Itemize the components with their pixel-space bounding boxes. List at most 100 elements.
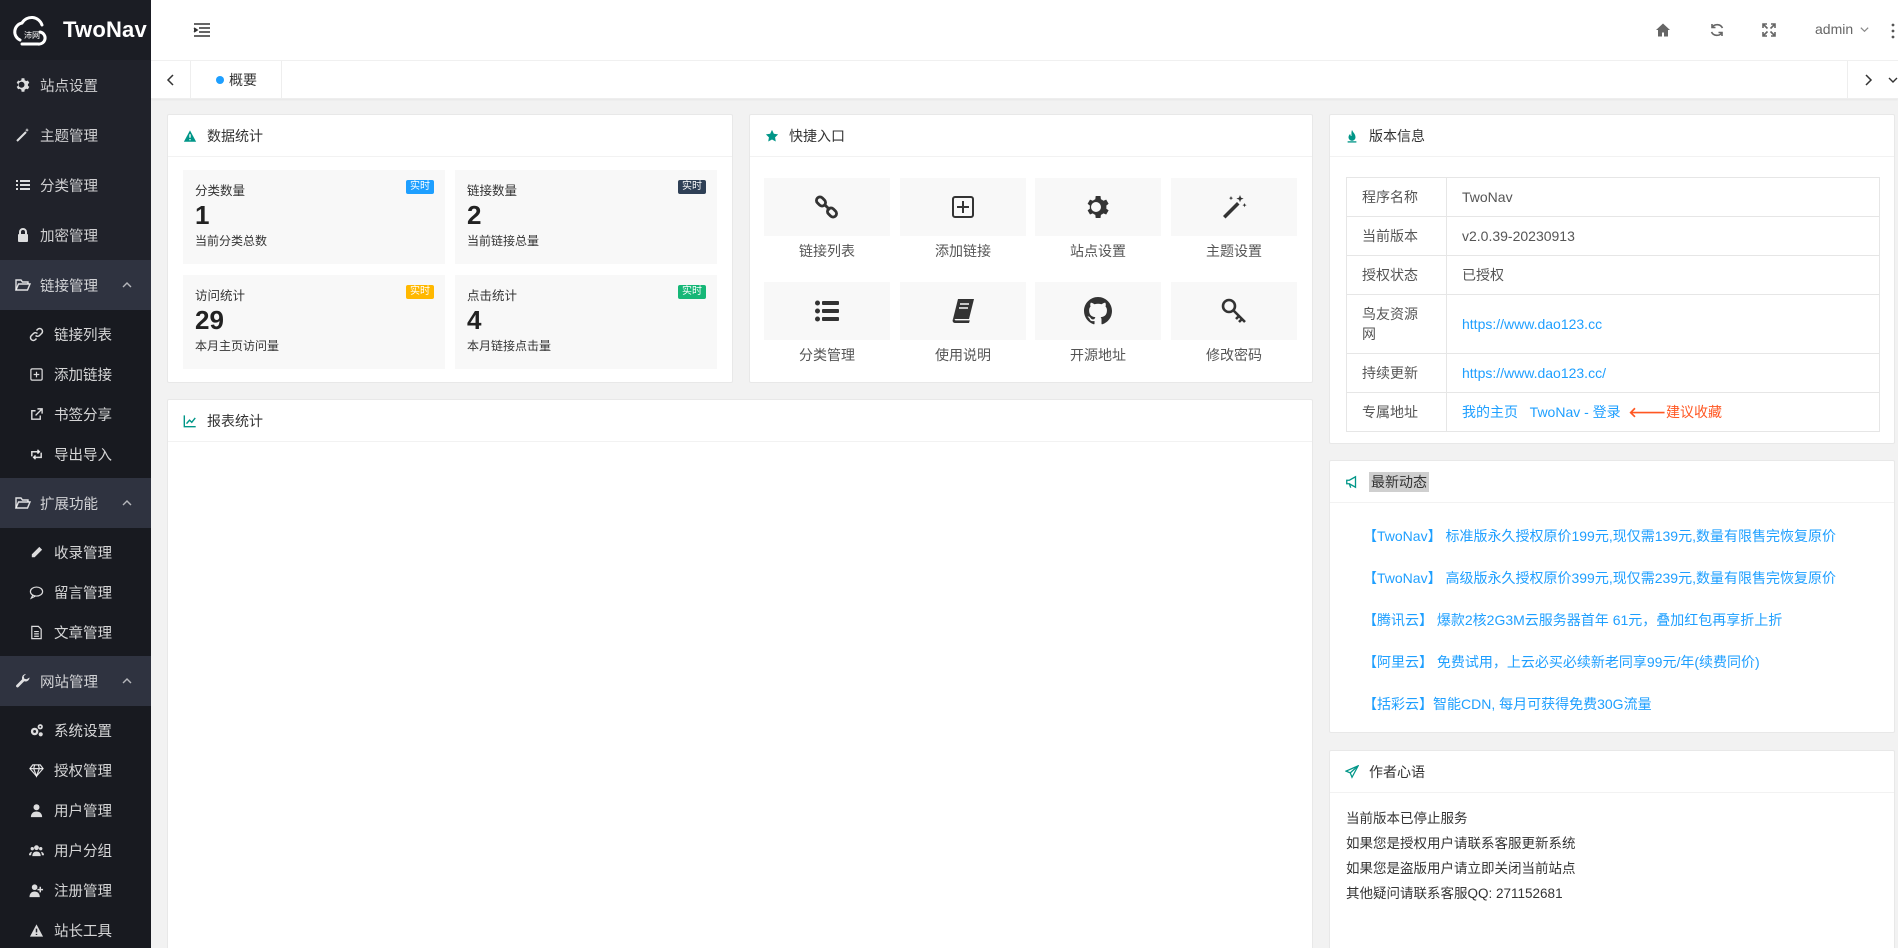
row-value: 我的主页 TwoNav - 登录 🡐建议收藏: [1446, 392, 1880, 432]
fire-icon: [1347, 129, 1357, 143]
sidebar-item-label: 链接列表: [54, 327, 112, 344]
sidebar-item-theme[interactable]: 主题管理: [0, 110, 151, 160]
wrench-icon: [16, 673, 30, 688]
sidebar-group-links[interactable]: 链接管理: [0, 260, 151, 310]
stat-links: 链接数量 2 当前链接总量 实时: [455, 170, 717, 264]
sidebar-item-category[interactable]: 分类管理: [0, 160, 151, 210]
sidebar-item-link-list[interactable]: 链接列表: [0, 314, 151, 354]
sidebar-item-label: 站点设置: [40, 78, 98, 95]
comment-icon: [29, 585, 44, 599]
card-header: 作者心语: [1330, 751, 1894, 793]
sidebar-sublist-extensions: 收录管理 留言管理 文章管理: [0, 528, 151, 656]
quick-category-button[interactable]: [764, 282, 890, 340]
sidebar-item-user-groups[interactable]: 用户分组: [0, 830, 151, 870]
lock-icon: [18, 228, 28, 242]
table-row: 专属地址 我的主页 TwoNav - 登录 🡐建议收藏: [1346, 392, 1880, 432]
home-icon[interactable]: [1655, 22, 1671, 38]
tab-menu[interactable]: [1888, 61, 1898, 99]
sidebar-item-license[interactable]: 授权管理: [0, 750, 151, 790]
news-item[interactable]: 【TwoNav】 高级版永久授权原价399元,现仅需239元,数量有限售完恢复原…: [1363, 568, 1836, 588]
fullscreen-icon[interactable]: [1761, 22, 1777, 38]
sidebar-item-site-settings[interactable]: 站点设置: [0, 60, 151, 110]
resource-site-link[interactable]: https://www.dao123.cc: [1462, 316, 1602, 332]
sidebar-item-system-settings[interactable]: 系统设置: [0, 710, 151, 750]
author-line: 如果您是授权用户请联系客服更新系统: [1346, 836, 1576, 851]
homepage-link[interactable]: 我的主页: [1462, 404, 1518, 420]
stat-value: 1: [195, 200, 210, 230]
refresh-icon[interactable]: [1709, 22, 1725, 38]
sidebar-item-label: 导出导入: [54, 447, 112, 464]
bookmark-suggest-label: 建议收藏: [1666, 404, 1723, 420]
quick-link-list-button[interactable]: [764, 178, 890, 236]
table-row: 持续更新 https://www.dao123.cc/: [1346, 353, 1880, 393]
table-row: 授权状态 已授权: [1346, 255, 1880, 295]
card-title: 最新动态: [1369, 471, 1429, 492]
sidebar-item-submission[interactable]: 收录管理: [0, 532, 151, 572]
logo[interactable]: 沛网 TwoNav: [0, 0, 151, 60]
sidebar-item-encryption[interactable]: 加密管理: [0, 210, 151, 260]
login-link[interactable]: TwoNav - 登录: [1530, 404, 1621, 420]
chevron-up-icon: [122, 500, 132, 506]
tab-bar: 概要: [151, 61, 1898, 99]
link-icon: [29, 327, 44, 341]
author-line: 如果您是盗版用户请立即关闭当前站点: [1346, 861, 1576, 876]
author-line: 当前版本已停止服务: [1346, 811, 1468, 826]
news-card: 最新动态 【TwoNav】 标准版永久授权原价199元,现仅需139元,数量有限…: [1329, 460, 1895, 733]
sidebar-item-label: 注册管理: [54, 883, 112, 900]
tab-overview[interactable]: 概要: [192, 61, 282, 99]
sidebar-item-label: 留言管理: [54, 585, 112, 602]
card-header: 数据统计: [168, 115, 732, 157]
sidebar-group-extensions[interactable]: 扩展功能: [0, 478, 151, 528]
menu-toggle-icon[interactable]: [192, 20, 212, 40]
sidebar-item-registration[interactable]: 注册管理: [0, 870, 151, 910]
author-card: 作者心语 当前版本已停止服务 如果您是授权用户请联系客服更新系统 如果您是盗版用…: [1329, 750, 1895, 948]
realtime-badge: 实时: [406, 180, 434, 194]
quick-label: 修改密码: [1206, 347, 1262, 363]
quick-theme-settings-button[interactable]: [1171, 178, 1297, 236]
more-vertical-icon[interactable]: [1890, 22, 1896, 40]
sidebar-item-import-export[interactable]: 导出导入: [0, 434, 151, 474]
logo-text: TwoNav: [63, 17, 147, 42]
card-title: 作者心语: [1369, 763, 1425, 780]
chevron-down-icon: [1888, 77, 1898, 83]
sidebar-group-label: 网站管理: [40, 674, 98, 691]
plus-square-icon: [30, 367, 43, 381]
stat-desc: 本月主页访问量: [195, 338, 280, 353]
gear-icon: [16, 78, 30, 92]
quick-change-password-button[interactable]: [1171, 282, 1297, 340]
update-link[interactable]: https://www.dao123.cc/: [1462, 365, 1606, 381]
sidebar-group-website[interactable]: 网站管理: [0, 656, 151, 706]
quick-add-link-button[interactable]: [900, 178, 1026, 236]
tab-scroll-right[interactable]: [1847, 61, 1887, 99]
sidebar: 沛网 TwoNav 站点设置 主题管理 分类管理 加密管理 链接管理 链接列表 …: [0, 0, 151, 948]
stat-value: 4: [467, 305, 482, 335]
quick-manual-button[interactable]: [900, 282, 1026, 340]
bookmark-suggest-link[interactable]: 🡐建议收藏: [1628, 404, 1722, 420]
sidebar-item-articles[interactable]: 文章管理: [0, 612, 151, 652]
sidebar-item-bookmark-share[interactable]: 书签分享: [0, 394, 151, 434]
sidebar-item-label: 分类管理: [40, 178, 98, 195]
quick-label: 使用说明: [935, 347, 991, 363]
news-item[interactable]: 【腾讯云】 爆款2核2G3M云服务器首年 61元，叠加红包再享折上折: [1363, 610, 1782, 630]
sidebar-item-messages[interactable]: 留言管理: [0, 572, 151, 612]
folder-open-icon: [15, 279, 31, 291]
quick-github-button[interactable]: [1035, 282, 1161, 340]
file-text-icon: [31, 625, 42, 639]
row-value: v2.0.39-20230913: [1446, 216, 1880, 256]
sidebar-item-users[interactable]: 用户管理: [0, 790, 151, 830]
sidebar-item-add-link[interactable]: 添加链接: [0, 354, 151, 394]
user-icon: [30, 803, 43, 817]
stat-desc: 本月链接点击量: [467, 338, 552, 353]
quick-site-settings-button[interactable]: [1035, 178, 1161, 236]
chevron-right-icon: [1864, 74, 1872, 86]
news-item[interactable]: 【TwoNav】 标准版永久授权原价199元,现仅需139元,数量有限售完恢复原…: [1363, 526, 1836, 546]
row-key: 当前版本: [1346, 216, 1447, 256]
user-menu[interactable]: admin: [1815, 21, 1870, 37]
github-icon: [1084, 297, 1112, 325]
sidebar-item-webmaster-tools[interactable]: 站长工具: [0, 910, 151, 948]
book-icon: [952, 299, 974, 323]
news-item[interactable]: 【括彩云】智能CDN, 每月可获得免费30G流量: [1363, 694, 1652, 714]
row-value: 已授权: [1446, 255, 1880, 295]
tab-scroll-left[interactable]: [151, 61, 191, 99]
news-item[interactable]: 【阿里云】 免费试用，上云必买必续新老同享99元/年(续费同价): [1363, 652, 1760, 672]
